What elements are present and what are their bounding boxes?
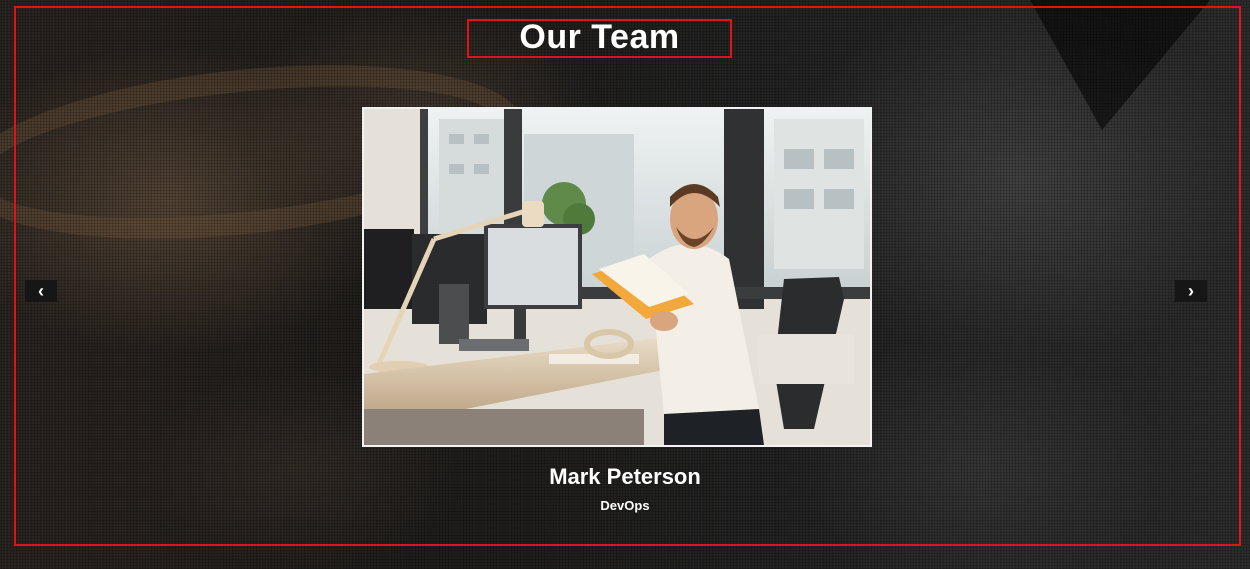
team-member-name: Mark Peterson xyxy=(549,464,701,489)
carousel-next-button[interactable]: › xyxy=(1175,280,1207,302)
chevron-right-icon: › xyxy=(1188,280,1194,301)
team-member-role: DevOps xyxy=(600,498,650,513)
carousel-prev-button[interactable]: ‹ xyxy=(25,280,57,302)
title-outline: Our Team xyxy=(467,18,732,58)
team-member-photo xyxy=(362,107,872,447)
section-title: Our Team xyxy=(519,18,680,56)
chevron-left-icon: ‹ xyxy=(38,280,44,301)
office-scene-illustration xyxy=(364,109,870,445)
